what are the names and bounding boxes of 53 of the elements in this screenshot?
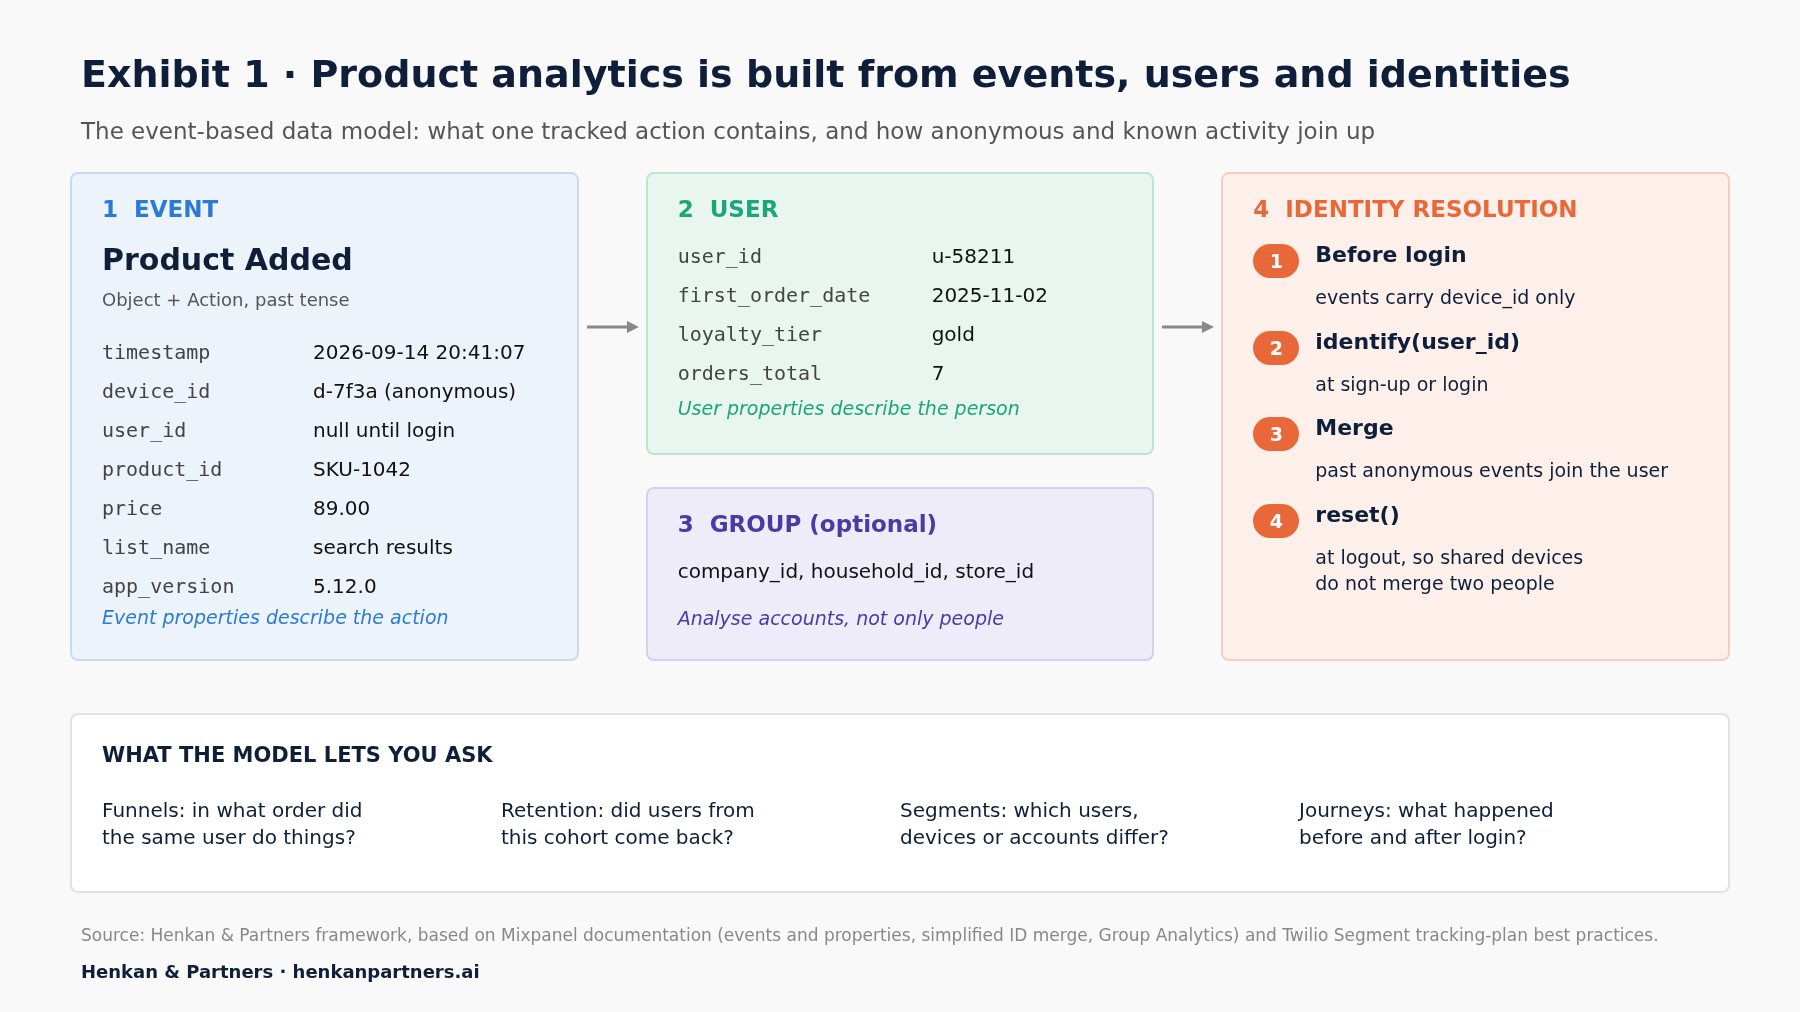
property-key: price xyxy=(102,496,313,520)
card-note: User properties describe the person xyxy=(677,397,1021,419)
property-value: null until login xyxy=(313,418,457,442)
card-note: Event properties describe the action xyxy=(102,606,450,628)
step-title: identify(user_id) xyxy=(1315,328,1521,354)
question-text: Funnels: in what order did the same user do things? xyxy=(102,797,364,851)
property-key: product_id xyxy=(102,457,313,481)
question-text: Journeys: what happened before and after login? xyxy=(1299,797,1555,851)
event-hint: Object + Action, past tense xyxy=(102,289,351,310)
card-heading: 1 EVENT xyxy=(102,196,220,222)
step-number: 3 xyxy=(1253,417,1300,452)
property-value: 89.00 xyxy=(313,496,372,520)
property-value: 2026-09-14 20:41:07 xyxy=(313,340,527,364)
property-value: 5.12.0 xyxy=(313,574,378,598)
card-heading: 2 USER xyxy=(677,196,780,222)
question-text: Retention: did users from this cohort come back? xyxy=(501,797,756,851)
property-key: app_version xyxy=(102,574,313,598)
card-heading: 4 IDENTITY RESOLUTION xyxy=(1253,196,1579,222)
property-value: u-58211 xyxy=(931,244,1017,268)
property-value: SKU-1042 xyxy=(313,457,413,481)
card-note: Analyse accounts, not only people xyxy=(677,607,1005,629)
property-value: search results xyxy=(313,535,454,559)
step-text: at sign-up or login xyxy=(1315,371,1490,397)
step-number: 1 xyxy=(1253,244,1300,278)
exhibit-title: Exhibit 1 · Product analytics is built from events, users and identities xyxy=(81,52,1572,96)
property-value: d-7f3a (anonymous) xyxy=(313,379,518,403)
property-key: first_order_date xyxy=(677,283,932,307)
card-heading: 3 GROUP (optional) xyxy=(677,511,939,537)
property-value: 7 xyxy=(931,361,946,385)
property-key: device_id xyxy=(102,379,313,403)
property-key: user_id xyxy=(102,418,313,442)
step-number: 2 xyxy=(1253,330,1300,365)
step-title: Merge xyxy=(1315,415,1395,441)
step-title: reset() xyxy=(1315,501,1401,527)
event-name: Product Added xyxy=(102,242,354,277)
brand-line: Henkan & Partners · henkanpartners.ai xyxy=(81,961,481,983)
exhibit-subtitle: The event-based data model: what one tracked action contains, and how anonymous and known activity join up xyxy=(81,118,1377,144)
property-value: gold xyxy=(931,322,976,346)
step-title: Before login xyxy=(1315,242,1468,267)
property-key: timestamp xyxy=(102,340,313,364)
property-key: loyalty_tier xyxy=(677,322,932,346)
panel-heading: WHAT THE MODEL LETS YOU ASK xyxy=(102,743,494,767)
group-keys: company_id, household_id, store_id xyxy=(677,559,1123,583)
property-key: user_id xyxy=(677,244,932,268)
step-text: events carry device_id only xyxy=(1315,285,1576,311)
property-key: list_name xyxy=(102,535,313,559)
step-number: 4 xyxy=(1253,503,1300,538)
source-note: Source: Henkan & Partners framework, based on Mixpanel documentation (events and properties, simplified ID merge, Group Analytics) and Twilio Segment tracking-plan best practices. xyxy=(81,925,1660,946)
step-text: past anonymous events join the user xyxy=(1315,458,1669,484)
property-key: orders_total xyxy=(677,361,932,385)
question-text: Segments: which users, devices or accounts differ? xyxy=(900,797,1170,851)
step-text: at logout, so shared devices do not merge two people xyxy=(1315,544,1584,596)
property-value: 2025-11-02 xyxy=(931,283,1049,307)
